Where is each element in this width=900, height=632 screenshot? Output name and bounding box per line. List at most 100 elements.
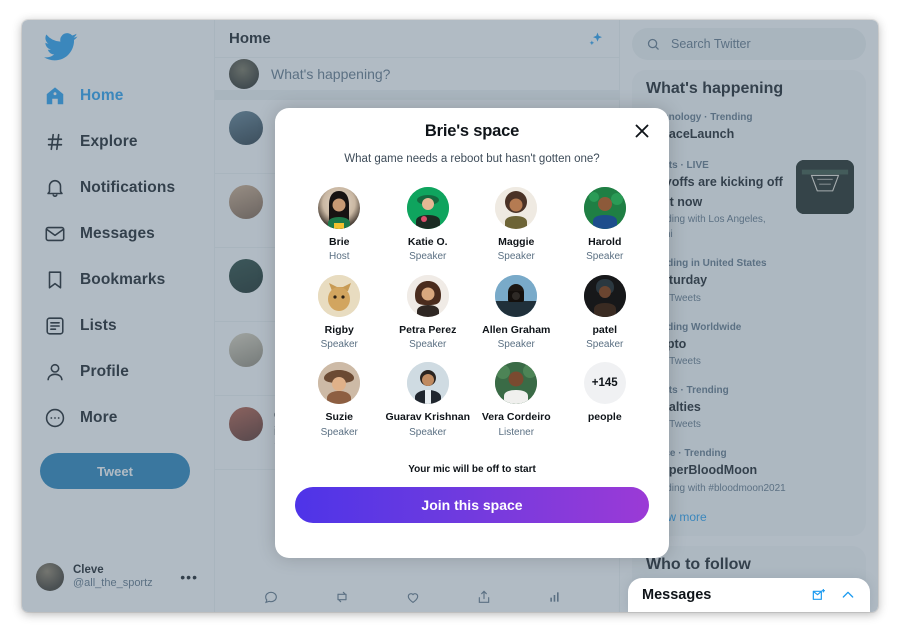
- trend-meta: 9.5K Tweets: [646, 292, 701, 304]
- trend-category: Sports · Trending: [646, 384, 729, 396]
- avatar: [583, 187, 626, 229]
- avatar: [318, 362, 361, 405]
- participant-name: Guarav Krishnan: [385, 411, 471, 424]
- participant-role: Speaker: [586, 251, 624, 263]
- search-icon: [647, 38, 659, 50]
- participant-guarav[interactable]: Guarav Krishnan Speaker: [384, 362, 473, 440]
- reply-icon[interactable]: [263, 589, 279, 605]
- person-icon: [47, 363, 63, 381]
- close-icon[interactable]: [631, 120, 653, 142]
- participant-maggie[interactable]: Maggie Speaker: [472, 187, 561, 265]
- participant-role: Speaker: [409, 426, 447, 438]
- trend-name: #Caturday: [646, 273, 708, 288]
- dialog-title: Brie's space: [424, 122, 520, 140]
- participant-role: Speaker: [497, 338, 535, 350]
- more-circle-icon: [45, 408, 65, 428]
- avatar: [318, 274, 361, 317]
- trend-name: #SpaceLaunch: [646, 127, 735, 141]
- basketball-hoop-icon: [796, 160, 854, 215]
- participant-name: Brie: [329, 236, 350, 248]
- participant-role: Listener: [498, 426, 535, 438]
- trend-name: Crypto: [646, 335, 852, 354]
- space-join-dialog: Brie's space What game needs a reboot bu…: [275, 108, 669, 558]
- sidebar-item-lists[interactable]: Lists: [32, 303, 214, 349]
- sidebar-item-label: More: [80, 409, 118, 426]
- sidebar-item-more[interactable]: More: [32, 395, 214, 441]
- search-placeholder: Search Twitter: [671, 37, 751, 51]
- messages-dock[interactable]: Messages: [628, 578, 870, 612]
- avatar: [495, 274, 538, 317]
- new-message-icon[interactable]: [811, 587, 827, 603]
- timeline-header: Home: [215, 20, 619, 58]
- avatar: [406, 362, 449, 405]
- participant-allen[interactable]: Allen Graham Speaker: [472, 274, 561, 353]
- twitter-bird-icon[interactable]: [44, 30, 78, 64]
- participant-more-people[interactable]: +145 people: [561, 362, 650, 440]
- participant-suzie[interactable]: Suzie Speaker: [295, 362, 384, 440]
- trend-category: Trending Worldwide: [646, 321, 742, 333]
- participant-rigby[interactable]: Rigby Speaker: [295, 274, 384, 353]
- participant-katie[interactable]: Katie O. Speaker: [384, 187, 473, 265]
- chevron-up-icon[interactable]: [840, 587, 856, 603]
- participant-name: Allen Graham: [482, 323, 551, 336]
- trend-category: Space · Trending: [646, 448, 727, 460]
- avatar: [495, 362, 538, 405]
- participant-name: patel: [592, 323, 617, 336]
- avatar: [36, 563, 64, 591]
- sidebar-item-label: Messages: [80, 225, 155, 242]
- ellipsis-icon[interactable]: •••: [180, 569, 202, 585]
- sidebar-item-profile[interactable]: Profile: [32, 349, 214, 395]
- participant-name: Harold: [588, 236, 622, 248]
- envelope-icon: [45, 226, 65, 242]
- trend-category: Trending in United States: [646, 258, 767, 270]
- avatar: [229, 111, 263, 145]
- participant-harold[interactable]: Harold Speaker: [561, 187, 650, 265]
- participant-brie[interactable]: Brie Host: [295, 187, 384, 265]
- list-icon: [46, 317, 64, 335]
- sidebar-item-notifications[interactable]: Notifications: [32, 165, 214, 211]
- participant-vera[interactable]: Vera Cordeiro Listener: [472, 362, 561, 440]
- more-people-bubble: +145: [583, 362, 626, 405]
- like-icon[interactable]: [405, 589, 421, 605]
- sidebar-item-label: Profile: [80, 363, 129, 380]
- sidebar-item-label: Home: [80, 87, 124, 104]
- avatar: [406, 274, 449, 317]
- mic-status-note: Your mic will be off to start: [408, 464, 536, 476]
- participant-role: Speaker: [320, 426, 358, 438]
- trend-meta: Trending with #bloodmoon2021: [646, 482, 786, 494]
- participant-role: people: [587, 411, 622, 424]
- avatar: [583, 274, 626, 317]
- tweet-button[interactable]: Tweet: [40, 453, 190, 489]
- search-input[interactable]: Search Twitter: [632, 28, 866, 60]
- avatar: [229, 59, 259, 89]
- trend-meta: 4.2K Tweets: [646, 419, 701, 431]
- sidebar-item-bookmarks[interactable]: Bookmarks: [32, 257, 214, 303]
- sidebar-item-label: Lists: [80, 317, 117, 334]
- analytics-icon[interactable]: [547, 589, 563, 605]
- trend-name: Penalties: [646, 399, 701, 414]
- share-icon[interactable]: [476, 589, 492, 605]
- participant-role: Host: [328, 251, 350, 263]
- home-icon: [46, 87, 64, 105]
- participant-role: Speaker: [586, 338, 624, 350]
- account-switcher[interactable]: Cleve @all_the_sportz •••: [36, 556, 202, 598]
- participant-role: Speaker: [320, 338, 358, 350]
- sidebar-item-home[interactable]: Home: [32, 73, 214, 119]
- participant-name: Maggie: [498, 236, 535, 248]
- participant-patel[interactable]: patel Speaker: [561, 274, 650, 353]
- retweet-icon[interactable]: [334, 589, 350, 605]
- twitter-app-window: Home Explore Notifications Messages Book…: [22, 20, 878, 612]
- dialog-header: Brie's space: [295, 122, 649, 141]
- join-space-button[interactable]: Join this space: [295, 487, 649, 524]
- participants-grid: Brie Host Katie O. Speaker Maggie Speake…: [295, 187, 649, 440]
- sidebar-item-messages[interactable]: Messages: [32, 211, 214, 257]
- tweet-composer[interactable]: What's happening?: [215, 58, 619, 100]
- participant-petra[interactable]: Petra Perez Speaker: [384, 274, 473, 353]
- hash-icon: [47, 133, 63, 151]
- sparkle-icon[interactable]: [587, 30, 605, 48]
- avatar: [495, 187, 538, 229]
- trend-meta: 5.1K Tweets: [646, 355, 701, 367]
- bell-icon: [47, 179, 63, 198]
- bookmark-icon: [48, 271, 62, 289]
- sidebar-item-explore[interactable]: Explore: [32, 119, 214, 165]
